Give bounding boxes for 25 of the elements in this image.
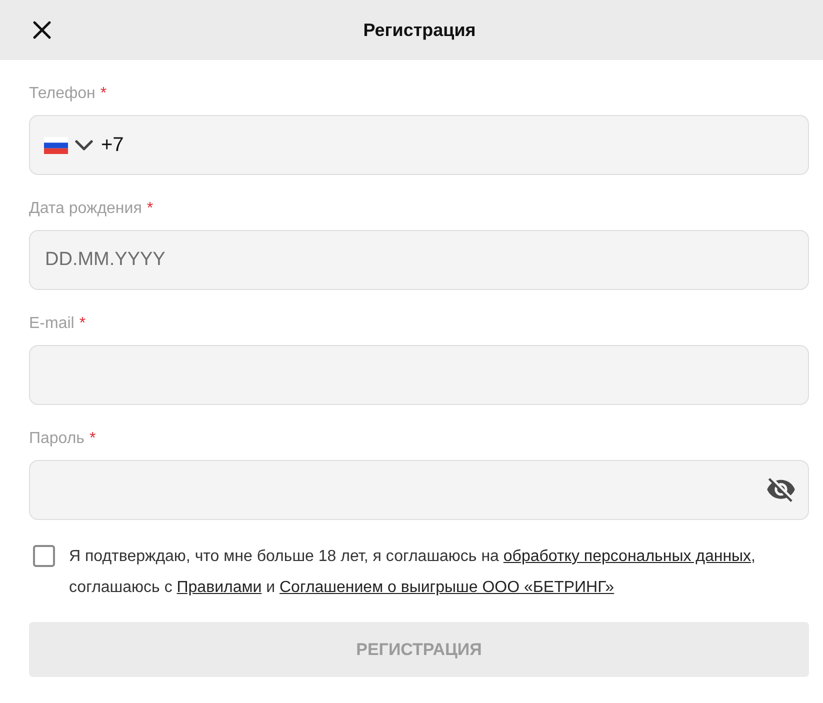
consent-link[interactable]: обработку персональных данных: [503, 548, 752, 565]
required-mark: *: [90, 430, 96, 448]
field-label: E-mail: [29, 315, 74, 333]
flag-icon: [44, 136, 68, 154]
close-icon: [33, 21, 51, 39]
consent-link[interactable]: Правилами: [176, 579, 262, 596]
required-mark: *: [146, 200, 154, 218]
consent-checkbox[interactable]: [33, 545, 55, 567]
show-password-button[interactable]: [767, 478, 795, 502]
country-selector[interactable]: [44, 136, 93, 154]
field-label: Пароль: [29, 430, 85, 448]
email-field[interactable]: [29, 345, 809, 405]
dialog-title: Регистрация: [362, 20, 477, 40]
required-mark: *: [100, 85, 107, 103]
date-field[interactable]: DD.MM.YYYY: [29, 230, 809, 290]
consent-text: Я подтверждаю, что мне больше 18 лет, я соглашаюсь на обработку персональных данных, соглашаюсь с Правилами и Соглашением о выигрыше ООО «БЕТРИНГ»: [69, 547, 756, 598]
phone-field[interactable]: +7: [29, 115, 809, 175]
chevron-icon: [75, 140, 93, 150]
consent-link[interactable]: Соглашением о выигрыше ООО «БЕТРИНГ»: [280, 579, 614, 596]
phone-number-input[interactable]: +7: [101, 125, 794, 165]
eye-slash-icon: [767, 478, 795, 502]
field-label: Телефон: [29, 85, 96, 103]
field-label: Дата рождения: [29, 200, 142, 218]
required-mark: *: [79, 315, 86, 333]
password-field[interactable]: [29, 460, 809, 520]
